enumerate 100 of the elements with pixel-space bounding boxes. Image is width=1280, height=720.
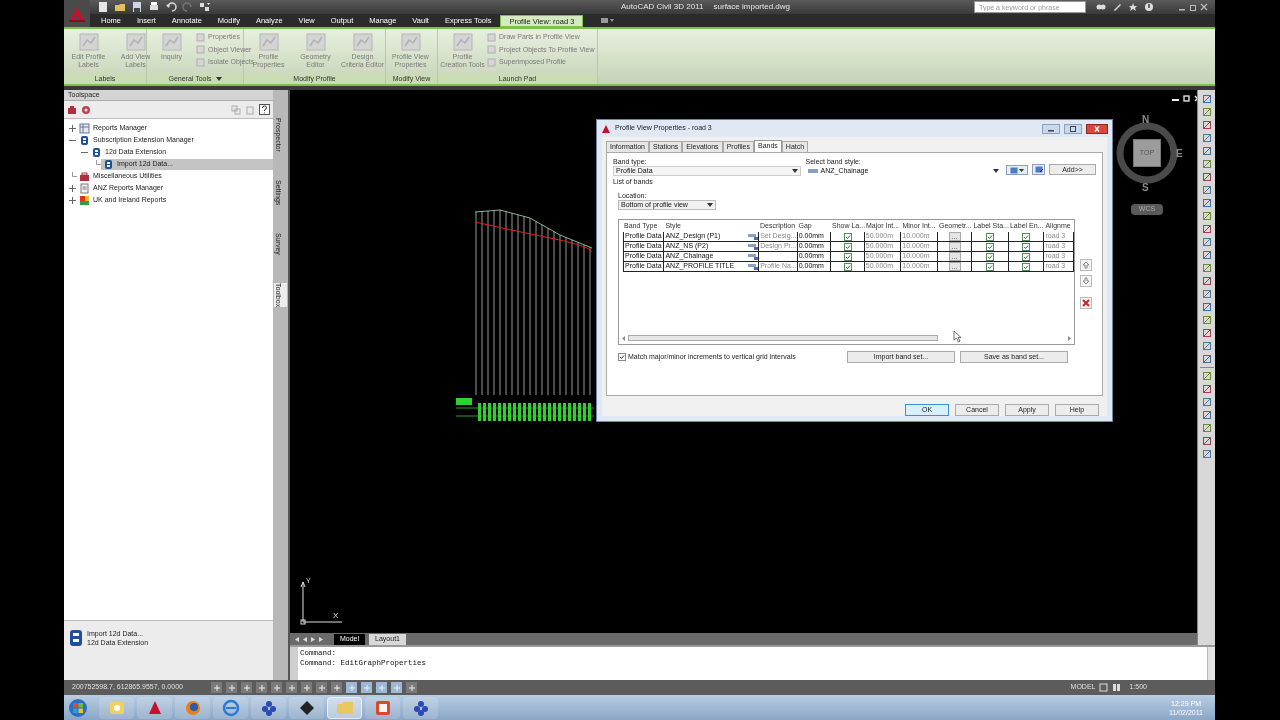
checkbox[interactable] (843, 232, 852, 241)
move-up-button[interactable] (1080, 259, 1092, 271)
gear-icon[interactable] (81, 104, 91, 115)
minimize-button[interactable] (1042, 123, 1060, 134)
taskbar-button[interactable] (403, 696, 438, 719)
tool-icon[interactable] (1201, 449, 1212, 459)
start-button[interactable] (68, 697, 88, 718)
tool-icon[interactable] (1201, 397, 1212, 407)
crosshair-icon (377, 683, 386, 692)
status-toggle-button[interactable] (286, 682, 297, 693)
horizontal-scrollbar[interactable] (621, 334, 1072, 342)
undo-icon[interactable] (165, 1, 177, 13)
expand-icon[interactable] (68, 195, 77, 205)
taskbar-button[interactable] (289, 696, 324, 719)
tool-icon[interactable] (1201, 237, 1212, 247)
grip-handle[interactable] (290, 647, 298, 680)
style-menu-button[interactable] (1006, 165, 1028, 175)
star-icon[interactable] (1128, 2, 1138, 12)
status-toggle-button[interactable] (316, 682, 327, 693)
tool-icon[interactable] (1201, 263, 1212, 273)
checkbox[interactable] (986, 262, 995, 271)
help-icon[interactable] (259, 104, 270, 115)
tool-icon[interactable] (1201, 133, 1212, 143)
app-title: AutoCAD Civil 3D 2011 (620, 1, 704, 13)
status-toggle-button[interactable] (256, 682, 267, 693)
tool-icon[interactable] (1201, 302, 1212, 312)
checkbox[interactable] (1022, 242, 1031, 251)
checkbox[interactable] (618, 353, 626, 361)
style-icon[interactable] (748, 243, 759, 250)
status-toggle-button[interactable] (361, 682, 372, 693)
redo-icon[interactable] (182, 1, 194, 13)
tool-icon[interactable] (1201, 107, 1212, 117)
checkbox[interactable] (986, 232, 995, 241)
status-toggle-button[interactable] (226, 682, 237, 693)
tool-icon[interactable] (1201, 341, 1212, 351)
tool-icon[interactable] (1201, 94, 1212, 104)
restore-icon[interactable] (1189, 3, 1197, 11)
style-icon[interactable] (748, 253, 759, 260)
tool-icon[interactable] (1201, 384, 1212, 394)
close-button[interactable] (1086, 123, 1108, 134)
tool-icon[interactable] (1201, 328, 1212, 338)
tool-icon[interactable] (1201, 146, 1212, 156)
status-toggle-button[interactable] (346, 682, 357, 693)
taskbar-button[interactable] (251, 696, 286, 719)
checkbox[interactable] (843, 262, 852, 271)
tool-icon[interactable] (1201, 224, 1212, 234)
workspace-icon[interactable] (199, 1, 211, 13)
checkbox[interactable] (1022, 232, 1031, 241)
tool-icon[interactable] (1201, 371, 1212, 381)
style-edit-button[interactable] (1032, 164, 1045, 175)
tool-icon[interactable] (1201, 198, 1212, 208)
tool-icon[interactable] (1201, 185, 1212, 195)
layout-icon[interactable] (1099, 683, 1109, 692)
toolbox-icon[interactable] (67, 104, 77, 115)
left-arrow-icon[interactable] (621, 335, 626, 341)
delete-button[interactable] (1080, 297, 1092, 309)
checkbox[interactable] (1022, 252, 1031, 261)
status-toggle-button[interactable] (211, 682, 222, 693)
tool-icon[interactable] (1201, 410, 1212, 420)
tab-options-icon[interactable] (599, 16, 616, 25)
status-toggle-button[interactable] (301, 682, 312, 693)
new-file-icon[interactable] (97, 1, 109, 13)
save-icon[interactable] (131, 1, 143, 13)
tool-icon[interactable] (1201, 250, 1212, 260)
tool-icon[interactable] (1201, 159, 1212, 169)
viewport-icon[interactable] (1112, 683, 1122, 692)
checkbox[interactable] (986, 242, 995, 251)
tool-icon[interactable] (1201, 423, 1212, 433)
tool-icon[interactable] (1201, 436, 1212, 446)
checkbox[interactable] (843, 242, 852, 251)
checkbox[interactable] (1022, 262, 1031, 271)
right-arrow-icon[interactable] (1067, 335, 1072, 341)
help-icon[interactable] (1144, 2, 1154, 12)
style-icon[interactable] (748, 233, 759, 240)
tool-icon[interactable] (1201, 289, 1212, 299)
tool-icon[interactable] (1201, 315, 1212, 325)
tool-icon[interactable] (1201, 276, 1212, 286)
vertical-scrollbar[interactable] (1207, 647, 1215, 680)
tool-icon[interactable] (1201, 354, 1212, 364)
caret-icon[interactable] (215, 77, 222, 81)
status-toggle-button[interactable] (331, 682, 342, 693)
printer-icon[interactable] (148, 1, 160, 13)
scroll-thumb[interactable] (628, 335, 938, 341)
style-icon[interactable] (748, 263, 759, 270)
tool-icon[interactable] (1201, 120, 1212, 130)
tool-icon[interactable] (1201, 211, 1212, 221)
maximize-button[interactable] (1064, 123, 1082, 134)
maximize-icon[interactable] (1183, 95, 1190, 102)
status-toggle-button[interactable] (376, 682, 387, 693)
status-toggle-button[interactable] (241, 682, 252, 693)
status-toggle-button[interactable] (406, 682, 417, 693)
checkbox[interactable] (986, 252, 995, 261)
status-toggle-button[interactable] (391, 682, 402, 693)
binoculars-icon[interactable] (1096, 2, 1106, 12)
expand-icon[interactable] (68, 123, 77, 133)
status-toggle-button[interactable] (271, 682, 282, 693)
tool-icon[interactable] (1201, 172, 1212, 182)
move-down-button[interactable] (1080, 275, 1092, 287)
checkbox[interactable] (843, 252, 852, 261)
expand-icon[interactable] (68, 183, 77, 193)
